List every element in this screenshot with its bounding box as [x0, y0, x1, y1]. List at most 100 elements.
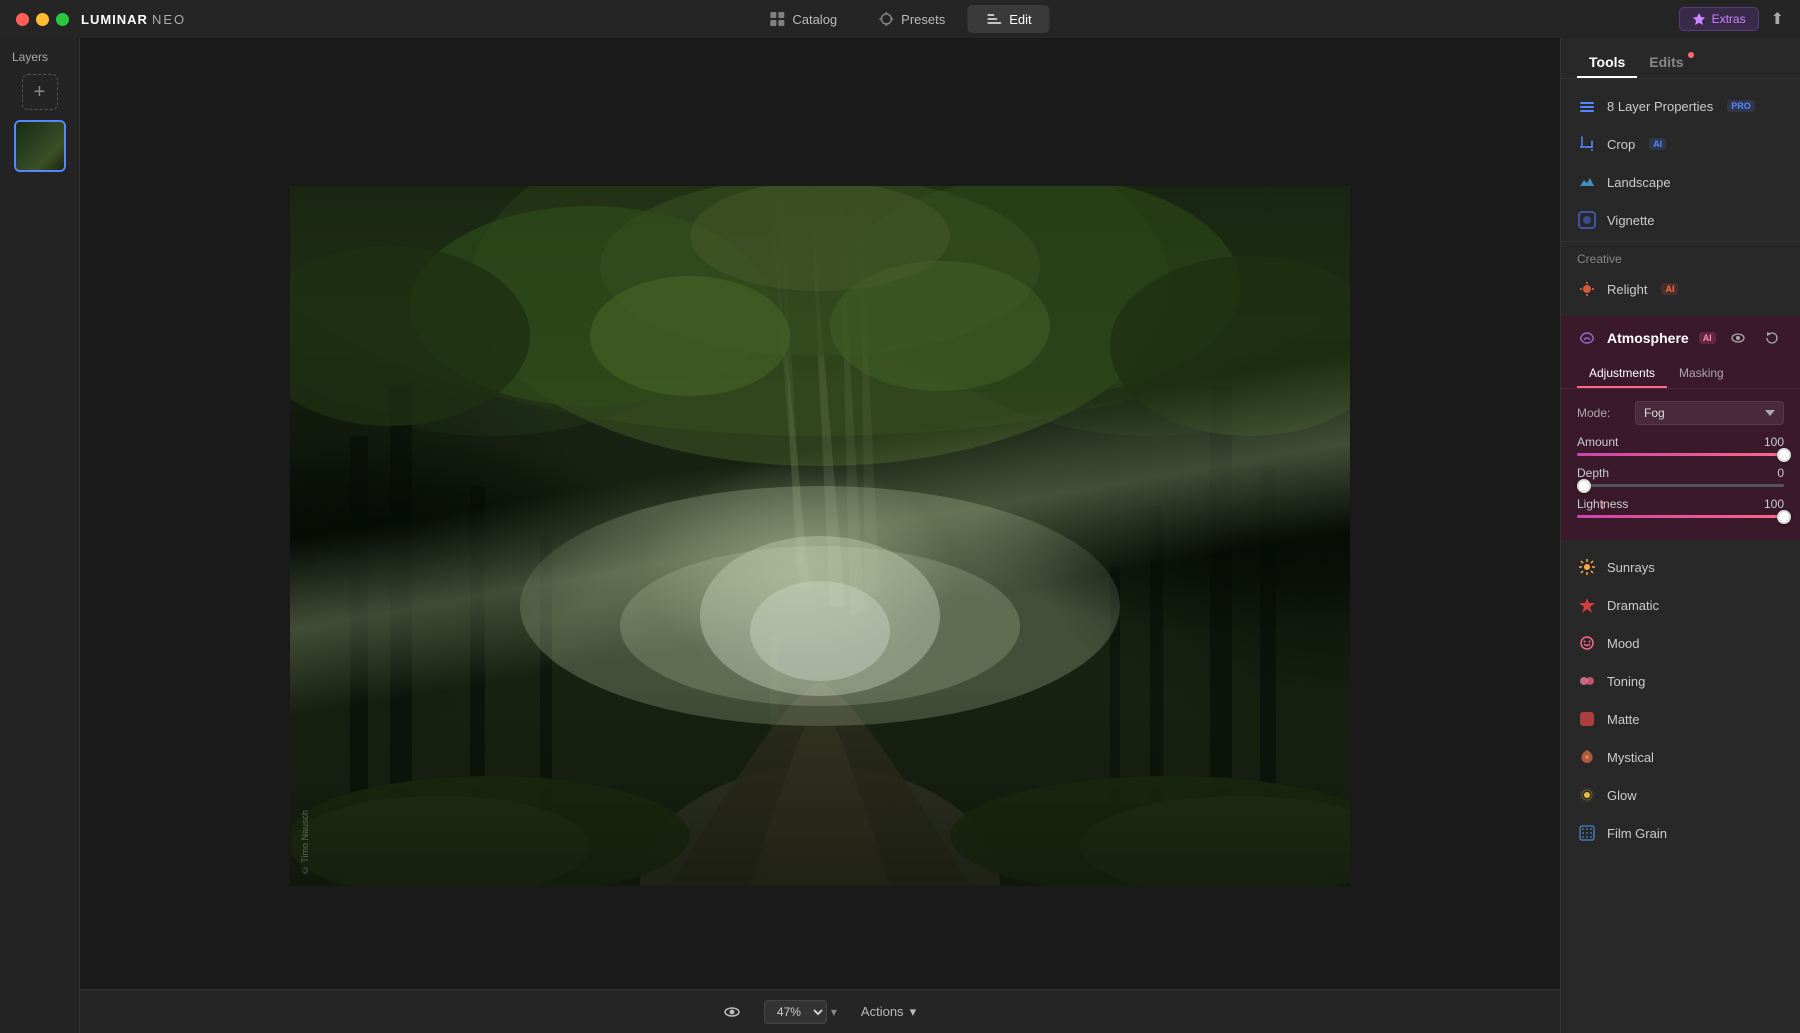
extras-label: Extras	[1712, 12, 1746, 26]
tool-relight[interactable]: Relight AI	[1561, 270, 1800, 308]
atmosphere-reset-button[interactable]	[1760, 326, 1784, 350]
lightness-thumb[interactable]	[1777, 510, 1791, 524]
forest-overlay	[290, 186, 1350, 886]
ai-badge-relight: AI	[1661, 283, 1678, 295]
landscape-label: Landscape	[1607, 175, 1671, 190]
depth-thumb[interactable]	[1577, 479, 1591, 493]
traffic-lights	[16, 13, 69, 26]
tool-dramatic[interactable]: Dramatic	[1561, 586, 1800, 624]
layers-title: Layers	[8, 50, 48, 64]
nav-edit[interactable]: Edit	[967, 5, 1049, 33]
matte-icon	[1577, 709, 1597, 729]
depth-track[interactable]	[1577, 484, 1784, 487]
atmosphere-header[interactable]: Atmosphere AI	[1561, 316, 1800, 360]
tool-layer-properties[interactable]: 8 Layer Properties PRO	[1561, 87, 1800, 125]
lightness-track[interactable]	[1577, 515, 1784, 518]
glow-icon	[1577, 785, 1597, 805]
catalog-label: Catalog	[792, 12, 837, 27]
mystical-label: Mystical	[1607, 750, 1654, 765]
eye-icon-atmosphere	[1730, 330, 1746, 346]
layer-thumb-image	[16, 122, 64, 170]
tab-tools[interactable]: Tools	[1577, 48, 1637, 78]
toning-icon	[1577, 671, 1597, 691]
mode-select[interactable]: Fog Mist Haze Rain	[1635, 401, 1784, 425]
tool-toning[interactable]: Toning	[1561, 662, 1800, 700]
sub-tab-masking[interactable]: Masking	[1667, 360, 1736, 388]
image-container: © Timo Nausch	[290, 186, 1350, 886]
mode-label: Mode:	[1577, 406, 1627, 420]
sub-tab-adjustments[interactable]: Adjustments	[1577, 360, 1667, 388]
close-button[interactable]	[16, 13, 29, 26]
actions-chevron: ▾	[910, 1004, 917, 1020]
atmosphere-ai-badge: AI	[1699, 332, 1716, 344]
edit-icon	[985, 10, 1003, 28]
mood-icon	[1577, 633, 1597, 653]
atmosphere-icon	[1577, 328, 1597, 348]
actions-button[interactable]: Actions ▾	[853, 1000, 924, 1024]
tool-sunrays[interactable]: Sunrays	[1561, 548, 1800, 586]
add-layer-button[interactable]: +	[22, 74, 58, 110]
atmosphere-controls: Mode: Fog Mist Haze Rain Amount 100	[1561, 389, 1800, 540]
share-button[interactable]: ⬆	[1771, 9, 1784, 29]
relight-icon	[1577, 279, 1597, 299]
zoom-select[interactable]: 47%	[764, 1000, 827, 1024]
atmosphere-section: Atmosphere AI Adjus	[1561, 316, 1800, 540]
filmgrain-label: Film Grain	[1607, 826, 1667, 841]
edits-label: Edits	[1649, 54, 1683, 70]
maximize-button[interactable]	[56, 13, 69, 26]
layer-icon	[1577, 96, 1597, 116]
tab-edits[interactable]: Edits	[1637, 48, 1695, 78]
tool-mood[interactable]: Mood	[1561, 624, 1800, 662]
tool-vignette[interactable]: Vignette	[1561, 201, 1800, 239]
nav-presets[interactable]: Presets	[859, 5, 963, 33]
nav-bar: Catalog Presets Edit	[750, 5, 1049, 33]
tool-mystical[interactable]: Mystical	[1561, 738, 1800, 776]
creative-label: Creative	[1561, 244, 1800, 270]
toning-label: Toning	[1607, 674, 1645, 689]
lower-tools-list: Sunrays Dramatic	[1561, 540, 1800, 860]
eye-icon	[724, 1004, 740, 1020]
main-layout: Layers +	[0, 38, 1800, 1033]
sunrays-icon	[1577, 557, 1597, 577]
ai-badge-crop: AI	[1649, 138, 1666, 150]
vignette-icon	[1577, 210, 1597, 230]
tool-crop[interactable]: Crop AI	[1561, 125, 1800, 163]
minimize-button[interactable]	[36, 13, 49, 26]
tool-glow[interactable]: Glow	[1561, 776, 1800, 814]
mood-label: Mood	[1607, 636, 1640, 651]
view-toggle[interactable]	[716, 1000, 748, 1024]
amount-label-row: Amount 100	[1577, 435, 1784, 449]
lightness-label: Lightness	[1577, 497, 1628, 511]
tool-film-grain[interactable]: Film Grain	[1561, 814, 1800, 852]
upper-tools-list: 8 Layer Properties PRO Crop AI	[1561, 79, 1800, 316]
tool-matte[interactable]: Matte	[1561, 700, 1800, 738]
atmosphere-title: Atmosphere	[1607, 330, 1689, 346]
atmosphere-sub-tabs: Adjustments Masking	[1561, 360, 1800, 389]
tool-landscape[interactable]: Landscape	[1561, 163, 1800, 201]
amount-track[interactable]	[1577, 453, 1784, 456]
depth-label-row: Depth 0	[1577, 466, 1784, 480]
mystical-icon	[1577, 747, 1597, 767]
forest-image	[290, 186, 1350, 886]
atmosphere-header-left: Atmosphere AI	[1577, 328, 1716, 348]
amount-fill	[1577, 453, 1784, 456]
landscape-icon	[1577, 172, 1597, 192]
actions-label: Actions	[861, 1004, 904, 1019]
vignette-label: Vignette	[1607, 213, 1654, 228]
layer-thumbnail[interactable]	[14, 120, 66, 172]
atmosphere-visibility-button[interactable]	[1726, 326, 1750, 350]
amount-thumb[interactable]	[1777, 448, 1791, 462]
reset-icon	[1764, 330, 1780, 346]
relight-label: Relight	[1607, 282, 1647, 297]
layers-panel: Layers +	[0, 38, 80, 1033]
extras-button[interactable]: Extras	[1679, 7, 1759, 31]
app-logo: LUMINAR NEO	[81, 12, 186, 27]
catalog-icon	[768, 10, 786, 28]
zoom-control[interactable]: 47% ▾	[764, 1000, 837, 1024]
edits-dot	[1688, 52, 1694, 58]
nav-catalog[interactable]: Catalog	[750, 5, 855, 33]
presets-icon	[877, 10, 895, 28]
depth-slider-row: Depth 0 ↕	[1577, 466, 1784, 487]
pro-badge: PRO	[1727, 100, 1755, 112]
canvas-toolbar: 47% ▾ Actions ▾	[80, 989, 1560, 1033]
